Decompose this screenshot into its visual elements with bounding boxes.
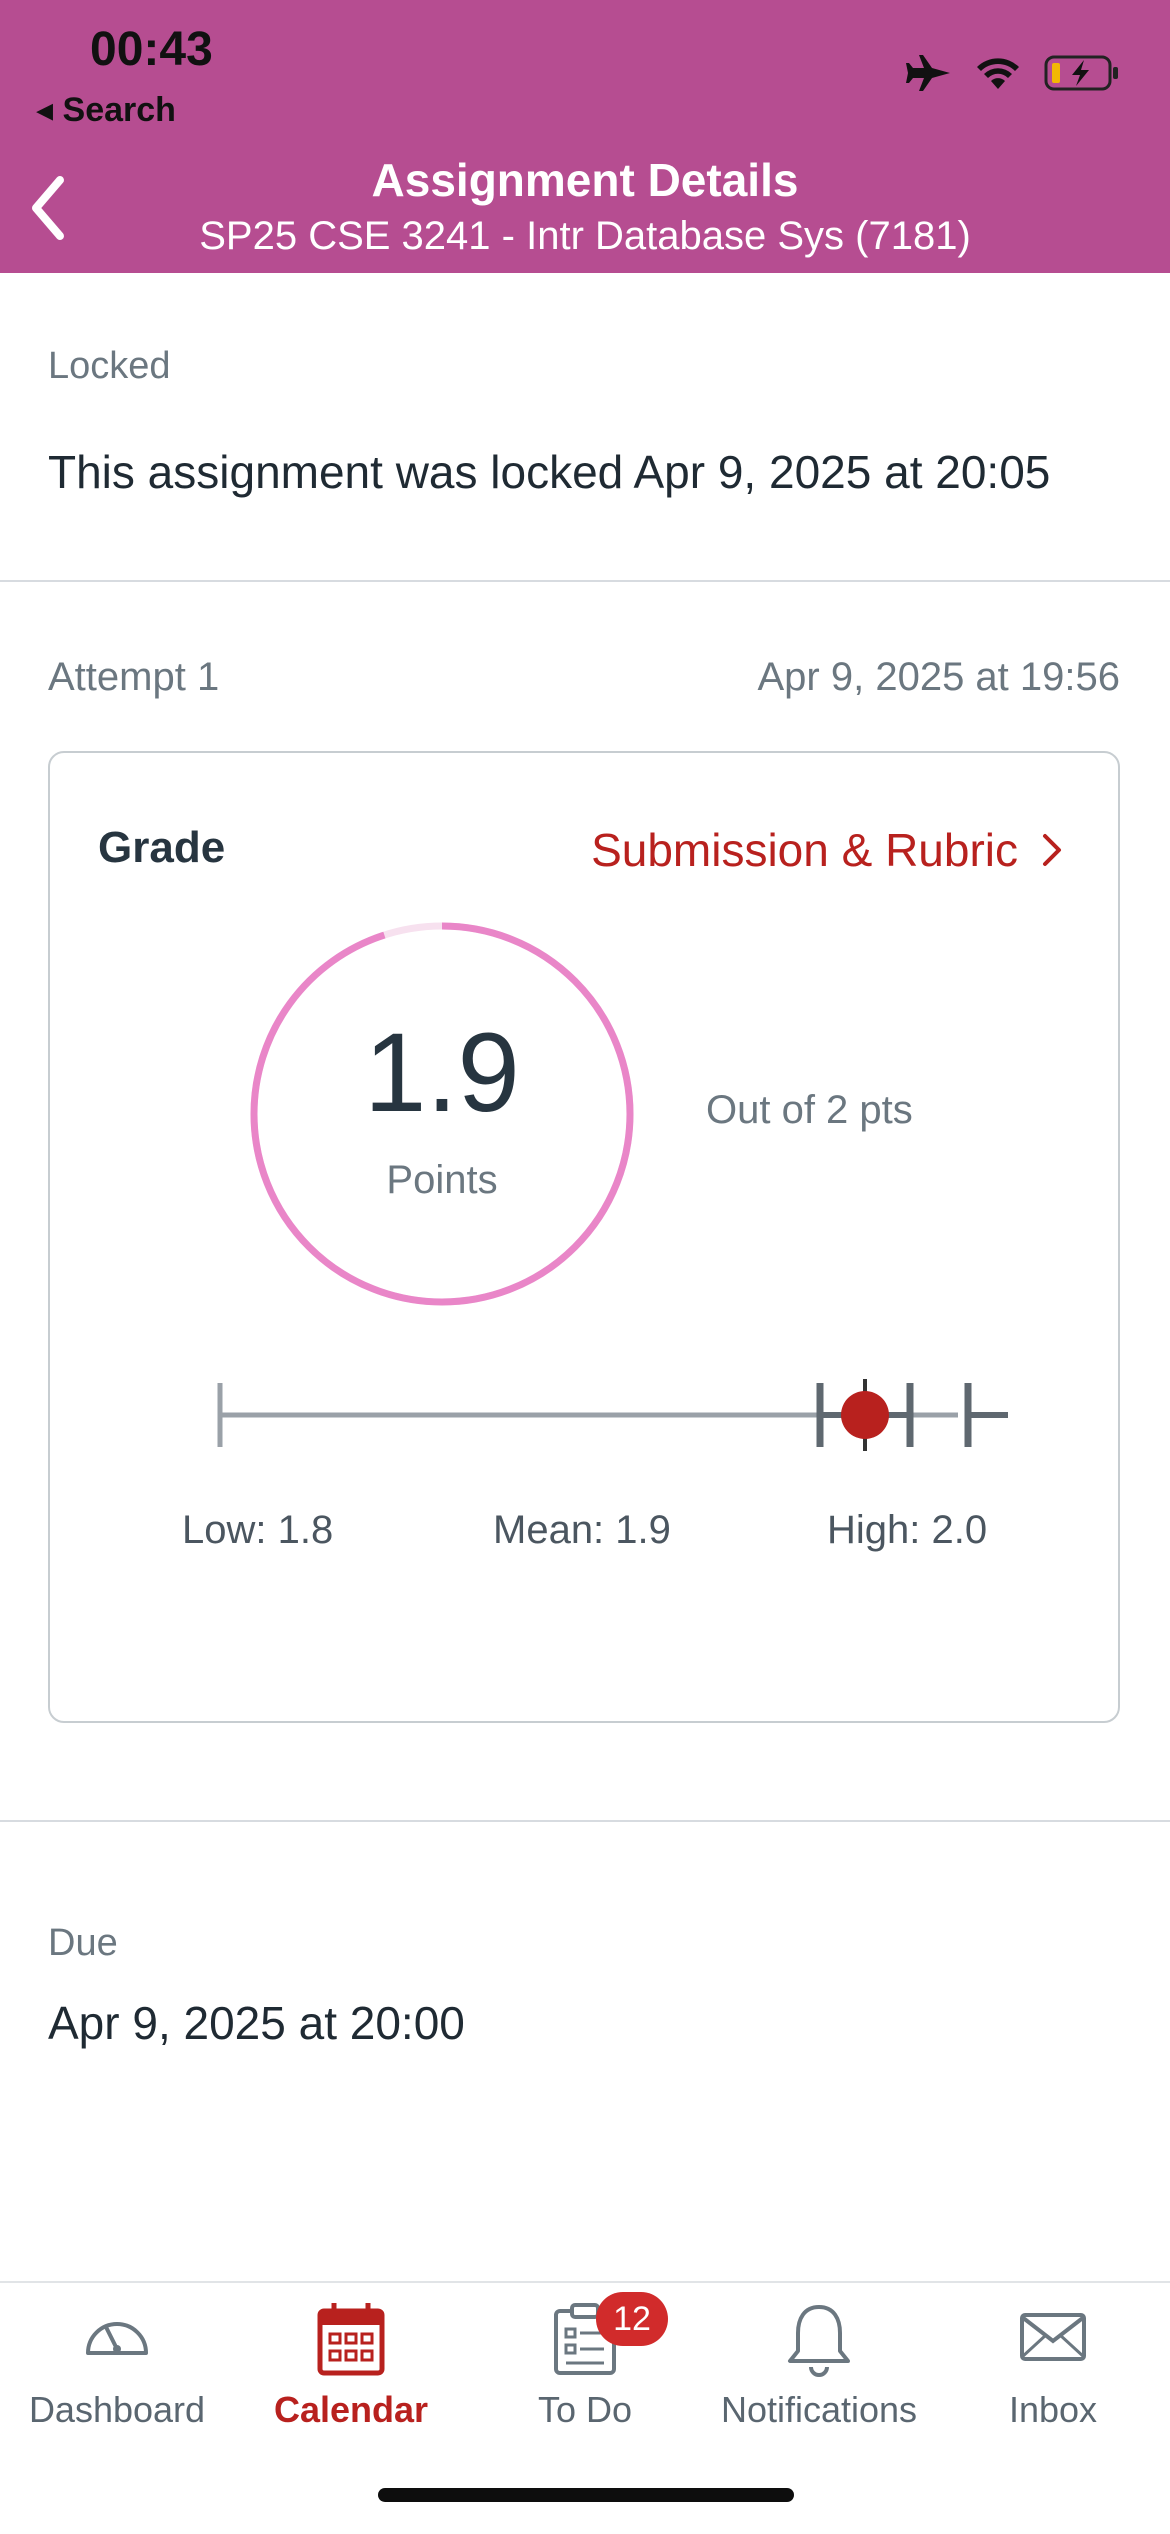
- airplane-icon: [906, 55, 950, 91]
- wifi-icon: [977, 58, 1019, 89]
- todo-count-badge: 12: [596, 2292, 668, 2346]
- course-subtitle: SP25 CSE 3241 - Intr Database Sys (7181): [199, 214, 971, 258]
- attempt-date: Apr 9, 2025 at 19:56: [757, 655, 1121, 699]
- tab-label: Notifications: [720, 2389, 918, 2430]
- stat-high: High: 2.0: [827, 1508, 988, 1552]
- tab-label: Calendar: [273, 2389, 429, 2430]
- grade-out-of: Out of 2 pts: [706, 1088, 913, 1132]
- tab-dashboard[interactable]: Dashboard: [0, 2283, 234, 2463]
- grade-score: 1.9: [364, 1010, 520, 1135]
- tab-label: Dashboard: [28, 2389, 206, 2430]
- tab-todo[interactable]: 12 To Do: [468, 2283, 702, 2463]
- divider: [0, 1820, 1170, 1822]
- score-marker: [816, 1379, 914, 1451]
- page-title: Assignment Details: [371, 154, 799, 206]
- envelope-icon: [1020, 2313, 1086, 2361]
- attempt-label[interactable]: Attempt 1: [48, 655, 219, 700]
- submission-rubric-label: Submission & Rubric: [591, 824, 1018, 876]
- grade-title: Grade: [98, 823, 226, 872]
- chevron-right-icon: [1043, 834, 1061, 866]
- app-header: 00:43 ◂ Search Assignment Details SP25 C…: [0, 0, 1170, 273]
- tab-calendar[interactable]: Calendar: [234, 2283, 468, 2463]
- grade-card: Grade Submission & Rubric 1.9 Points Out…: [48, 751, 1120, 1723]
- home-indicator: [378, 2488, 794, 2502]
- battery-charging-icon: [1044, 55, 1118, 91]
- tab-inbox[interactable]: Inbox: [936, 2283, 1170, 2463]
- stat-low: Low: 1.8: [182, 1508, 334, 1552]
- locked-label: Locked: [48, 345, 171, 387]
- bell-icon: [788, 2305, 850, 2377]
- divider: [0, 580, 1170, 582]
- due-label: Due: [48, 1922, 118, 1964]
- tab-label: Inbox: [1008, 2389, 1098, 2430]
- calendar-icon: [317, 2303, 385, 2376]
- submission-rubric-link[interactable]: Submission & Rubric: [591, 823, 1064, 877]
- locked-message: This assignment was locked Apr 9, 2025 a…: [48, 446, 1051, 498]
- due-date: Apr 9, 2025 at 20:00: [48, 1997, 465, 2049]
- grade-unit: Points: [386, 1158, 498, 1202]
- status-icons: [906, 48, 1120, 98]
- tab-notifications[interactable]: Notifications: [702, 2283, 936, 2463]
- tab-label: To Do: [537, 2389, 633, 2430]
- status-time: 00:43: [90, 23, 213, 76]
- dashboard-icon: [86, 2322, 148, 2355]
- status-back-to-app[interactable]: ◂ Search: [36, 90, 176, 130]
- stat-mean: Mean: 1.9: [493, 1508, 671, 1552]
